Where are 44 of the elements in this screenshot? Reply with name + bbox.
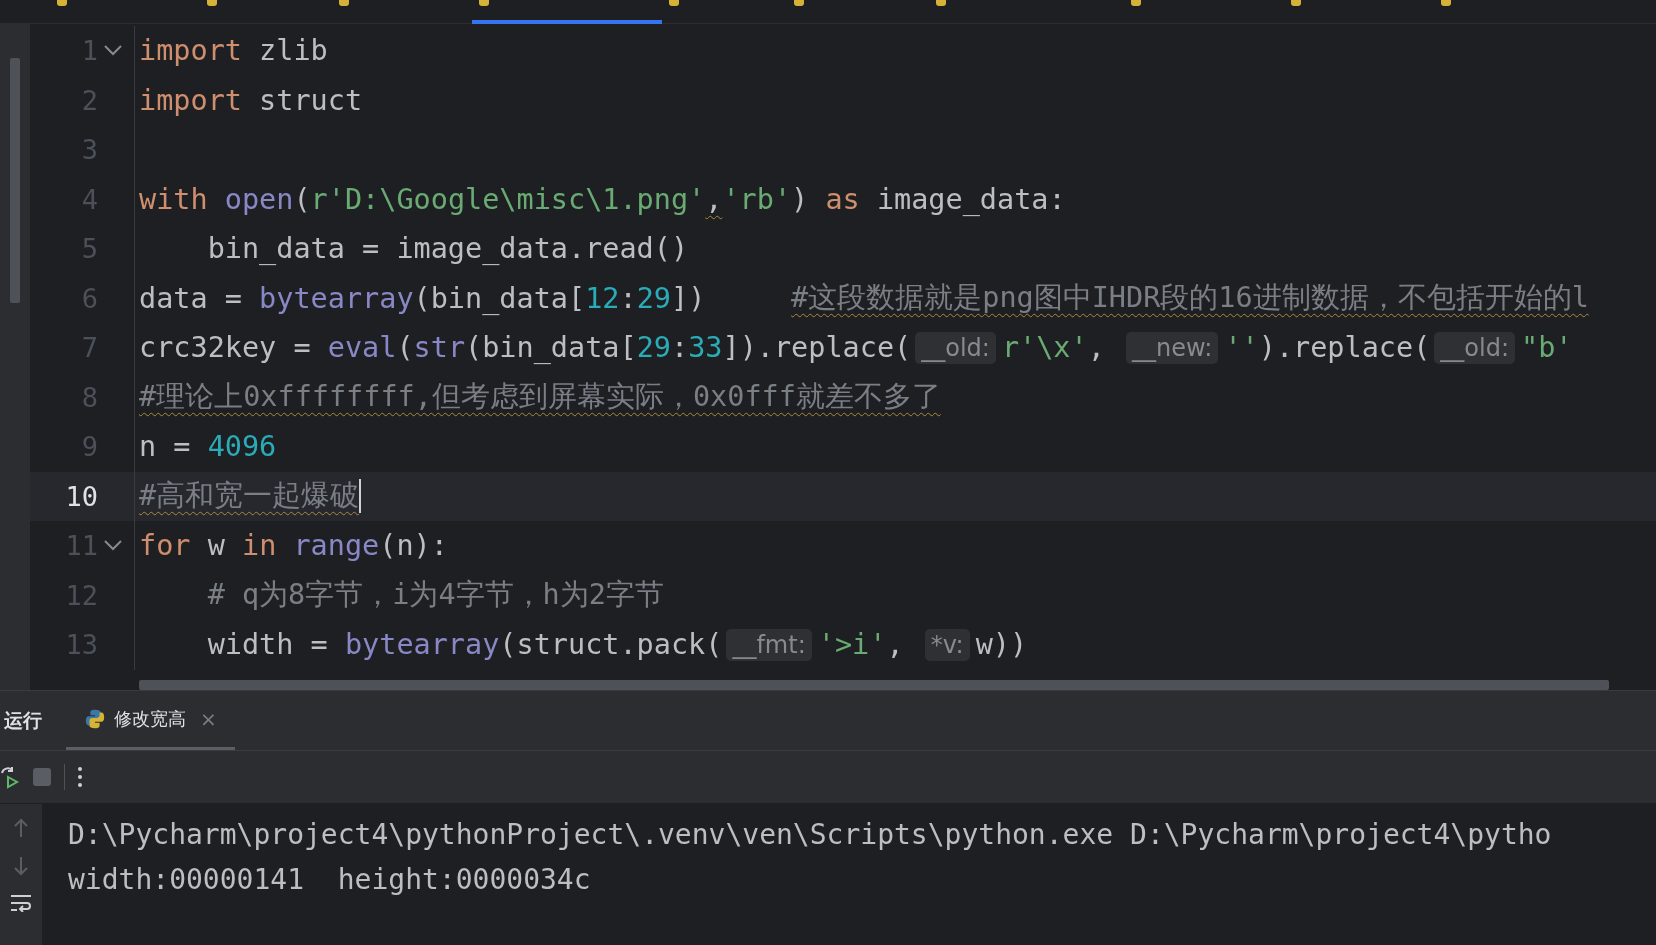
fold-chevron-icon[interactable] [104,45,122,57]
console-output-line: width:00000141 height:0000034c [68,863,592,896]
code-line: width = bytearray(struct.pack( __fmt: '>i', *v: w)) [206,628,1028,662]
code-line: crc32key = eval(str(bin_data[29:33]).replace( __old: r'\x', __new: '').replace( __old: "b' [138,331,1573,365]
file-icon [1130,0,1142,6]
python-icon [84,708,106,730]
file-icon [1440,0,1452,6]
line-number: 10 [64,480,98,512]
code-line: n = 4096 [138,430,277,464]
file-icon [668,0,680,6]
more-icon[interactable] [77,766,83,788]
stop-icon[interactable] [32,767,52,787]
arrow-up-icon[interactable] [13,818,29,838]
code-line: data = bytearray(bin_data[12:29]) #这段数据就是png图中IHDR段的16进制数据，不包括开始的l [138,280,1589,317]
parameter-hint: *v: [924,628,970,661]
code-line: for w in range(n): [138,529,448,563]
text-caret [359,479,362,514]
arrow-down-icon[interactable] [13,856,29,876]
file-icon [1290,0,1302,6]
code-line: #高和宽一起爆破 [138,478,362,516]
file-icon [206,0,218,6]
file-icon [935,0,947,6]
file-icon [56,0,68,6]
parameter-hint: __old: [1434,331,1515,364]
fold-chevron-icon[interactable] [104,540,122,552]
editor-tab[interactable] [472,0,662,24]
rerun-icon[interactable] [0,765,20,789]
wrap-icon[interactable] [10,894,32,912]
file-icon [793,0,805,6]
console-output-line: D:\Pycharm\project4\pythonProject\.venv\ven\Scripts\python.exe D:\Pycharm\project4\pytho [68,818,1552,851]
parameter-hint: __old: [915,331,996,364]
parameter-hint: __fmt: [726,628,812,661]
code-line: import zlib [138,34,328,68]
code-line: with open(r'D:\Google\misc\1.png','rb') as image_data: [138,182,1066,216]
code-line: #理论上0xffffffff,但考虑到屏幕实际，0x0fff就差不多了 [138,379,941,416]
code-line: # q为8字节，i为4字节，h为2字节 [206,577,664,614]
file-icon [338,0,350,6]
code-line: bin_data = image_data.read() [206,232,689,266]
panel-title: 运行 [3,707,43,733]
scrollbar-thumb[interactable] [10,58,20,303]
file-icon [478,0,490,6]
horizontal-scrollbar[interactable] [139,680,1609,690]
parameter-hint: __new: [1126,331,1219,364]
code-line: import struct [138,83,363,117]
